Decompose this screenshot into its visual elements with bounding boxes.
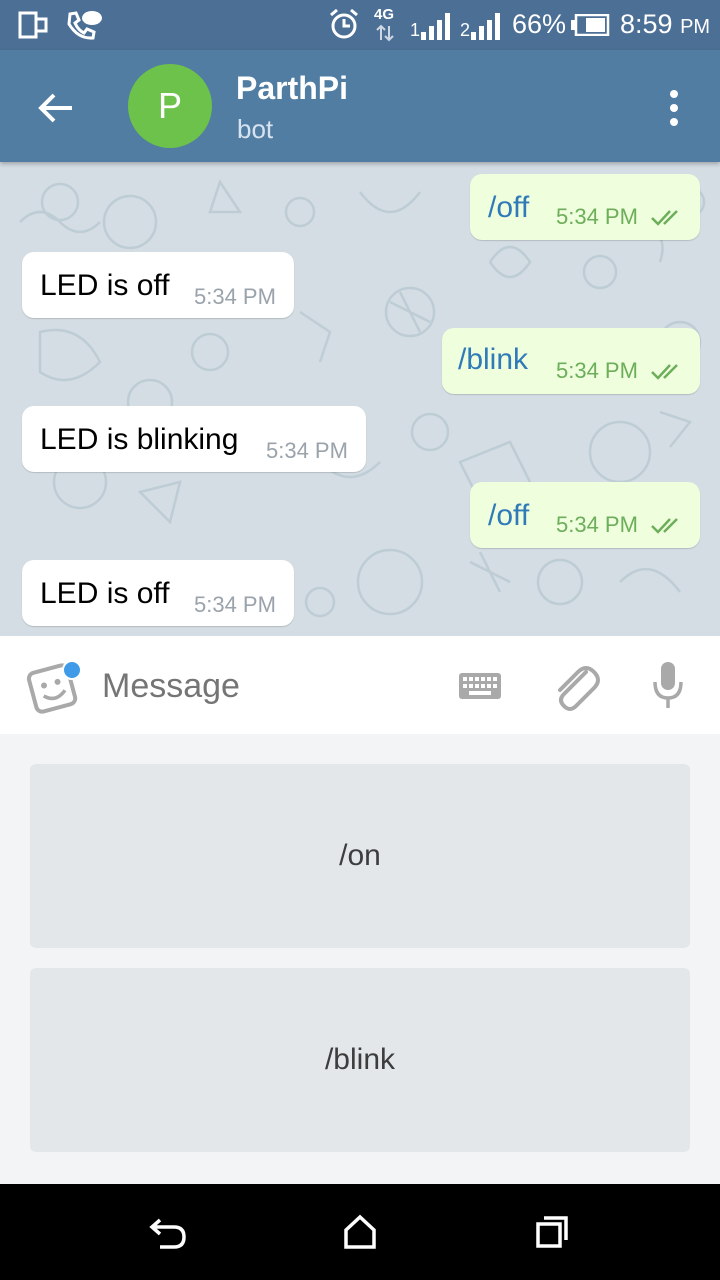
sim1-label: 1 [410,20,421,40]
read-checkmarks-icon [651,518,678,534]
bot-command-button-blink[interactable]: /blink [30,968,690,1152]
signal-sim1-icon [421,13,450,40]
message-incoming[interactable]: LED is off 5:34 PM [22,560,294,626]
home-nav-icon[interactable] [342,1214,378,1250]
alarm-icon [330,8,358,39]
keyboard-icon[interactable] [458,672,502,700]
more-options-icon[interactable] [664,88,684,128]
message-incoming[interactable]: LED is blinking 5:34 PM [22,406,366,472]
message-time: 5:34 PM [266,438,348,463]
message-time: 5:34 PM [556,358,638,383]
message-text: /off [488,191,530,224]
message-time: 5:34 PM [556,204,638,229]
message-time: 5:34 PM [194,284,276,309]
chat-subtitle: bot [237,114,274,144]
message-outgoing[interactable]: /blink 5:34 PM [442,328,700,394]
battery-icon [571,14,610,36]
bot-command-button-on[interactable]: /on [30,764,690,948]
message-list[interactable]: /off 5:34 PM LED is off 5:34 PM /blink 5… [0,162,720,636]
clock-time: 8:59 [620,9,673,39]
attach-paperclip-icon[interactable] [550,660,600,714]
chat-title[interactable]: ParthPi [236,70,348,107]
data-arrows-icon [376,24,394,42]
message-time: 5:34 PM [556,512,638,537]
message-text: /off [488,499,530,532]
read-checkmarks-icon [651,364,678,380]
missed-call-chat-icon [67,11,102,40]
message-text: LED is off [40,269,170,302]
message-text: /blink [458,343,529,376]
read-checkmarks-icon [651,210,678,226]
multi-window-icon [18,11,48,39]
message-text: LED is blinking [40,423,239,456]
message-time: 5:34 PM [194,592,276,617]
message-incoming[interactable]: LED is off 5:34 PM [22,252,294,318]
message-outgoing[interactable]: /off 5:34 PM [470,174,700,240]
message-input[interactable] [100,660,434,712]
avatar[interactable]: P [128,64,212,148]
clock: 8:59 PM [620,9,710,40]
signal-sim2-icon [471,13,500,40]
message-outgoing[interactable]: /off 5:34 PM [470,482,700,548]
bot-reply-keyboard: /on /blink [0,734,720,1184]
network-type: 4G [374,6,395,23]
android-nav-bar [0,1184,720,1280]
back-nav-icon[interactable] [148,1214,188,1250]
message-composer [0,636,720,734]
chat-header: P ParthPi bot [0,50,720,162]
clock-ampm: PM [680,16,711,38]
sticker-emoji-icon[interactable] [26,658,86,714]
sim2-label: 2 [460,20,471,40]
back-arrow-icon[interactable] [36,88,76,128]
battery-percent: 66% [512,9,567,39]
microphone-icon[interactable] [650,660,686,710]
status-bar: 4G 1 2 66% 8:59 PM [0,0,720,50]
message-text: LED is off [40,577,170,610]
recents-nav-icon[interactable] [534,1214,570,1250]
